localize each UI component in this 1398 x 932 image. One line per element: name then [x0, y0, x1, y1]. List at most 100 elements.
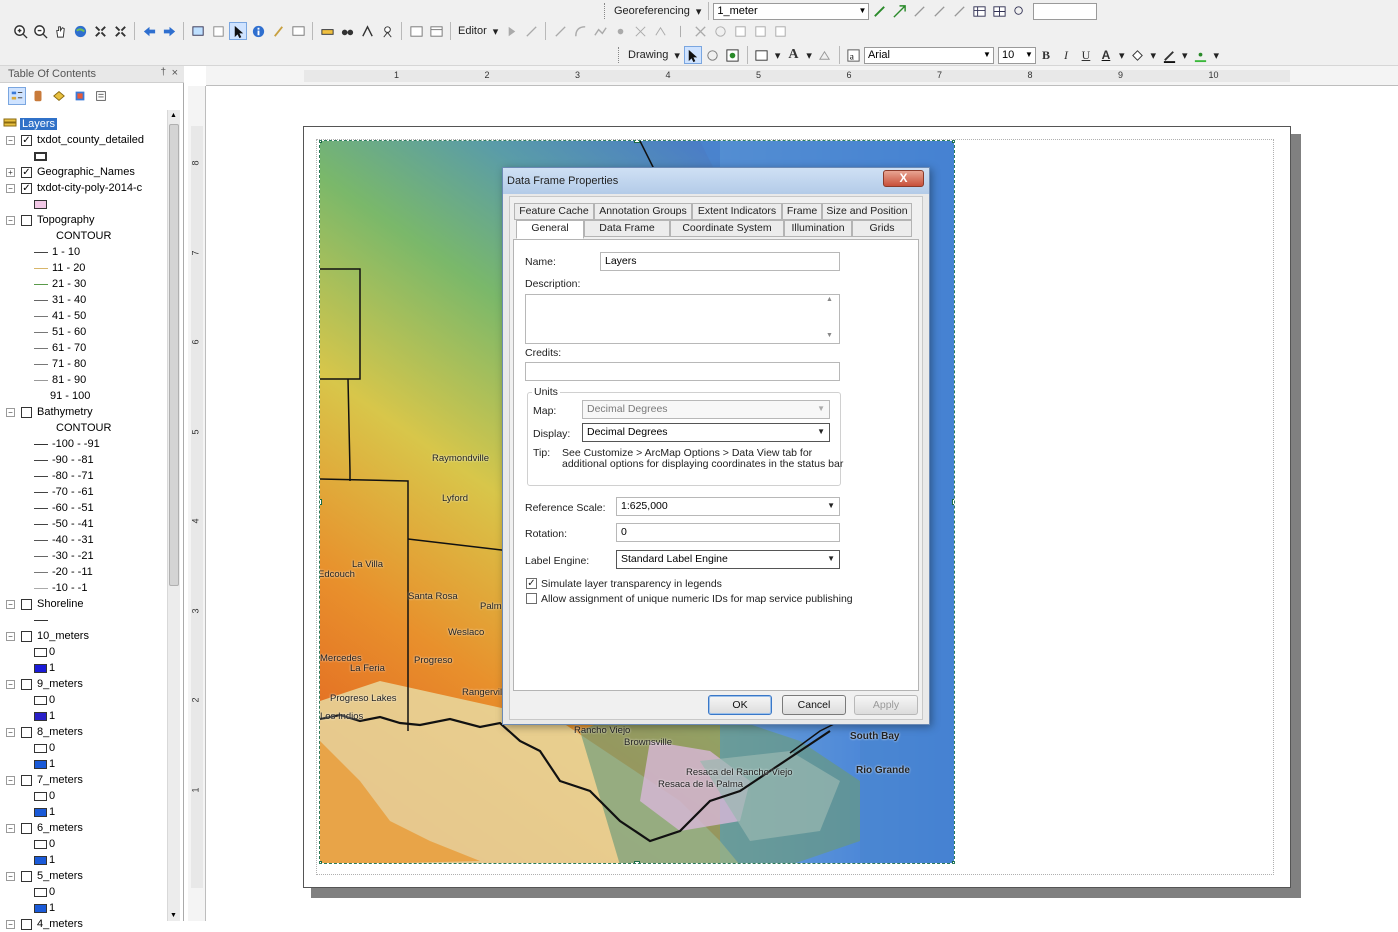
- layer-visibility-checkbox[interactable]: [21, 214, 32, 226]
- select-elements-icon[interactable]: [229, 22, 247, 40]
- toc-scroll-thumb[interactable]: [169, 124, 179, 586]
- reference-scale-combo[interactable]: 1:625,000 ▼: [616, 497, 840, 516]
- list-by-visibility-icon[interactable]: [50, 87, 68, 105]
- description-scroll-up[interactable]: ▲: [826, 296, 833, 303]
- point-icon[interactable]: [611, 22, 629, 40]
- toc-row-13[interactable]: 51 - 60: [34, 324, 86, 340]
- resize-handle-ne[interactable]: [952, 141, 954, 143]
- toc-row-34[interactable]: 1: [34, 660, 55, 676]
- toc-row-9[interactable]: 11 - 20: [34, 260, 85, 276]
- edit-annotation-icon[interactable]: [522, 22, 540, 40]
- toc-row-46[interactable]: 1: [34, 852, 55, 868]
- toc-row-10[interactable]: 21 - 30: [34, 276, 86, 292]
- new-text-icon[interactable]: A: [784, 46, 802, 64]
- tab-grids[interactable]: Grids: [852, 220, 912, 237]
- tab-coordinate-system[interactable]: Coordinate System: [670, 220, 784, 237]
- unique-ids-checkbox[interactable]: [526, 593, 537, 604]
- expand-collapse-icon[interactable]: −: [6, 679, 15, 689]
- toc-row-3[interactable]: + ✓ Geographic_Names: [6, 164, 135, 180]
- line-color-icon[interactable]: [1160, 46, 1178, 64]
- expand-collapse-icon[interactable]: −: [6, 631, 15, 641]
- layer-visibility-checkbox[interactable]: ✓: [21, 182, 32, 194]
- font-name-combo[interactable]: Arial ▼: [863, 46, 994, 64]
- toc-row-27[interactable]: -30 - -21: [34, 548, 94, 564]
- rotate-element-icon[interactable]: [704, 46, 722, 64]
- edit-vertices-icon[interactable]: [631, 22, 649, 40]
- forward-extent-icon[interactable]: [160, 22, 178, 40]
- end-point-arc-icon[interactable]: [571, 22, 589, 40]
- toc-row-20[interactable]: -100 - -91: [34, 436, 100, 452]
- select-features-icon[interactable]: [189, 22, 207, 40]
- underline-button[interactable]: U: [1077, 46, 1095, 64]
- fixed-zoom-out-icon[interactable]: [111, 22, 129, 40]
- toc-row-37[interactable]: 1: [34, 708, 55, 724]
- expand-collapse-icon[interactable]: −: [6, 599, 15, 609]
- expand-collapse-icon[interactable]: −: [6, 727, 15, 737]
- back-extent-icon[interactable]: [140, 22, 158, 40]
- layer-visibility-checkbox[interactable]: ✓: [21, 166, 32, 178]
- create-features-icon[interactable]: [771, 22, 789, 40]
- toc-row-33[interactable]: 0: [34, 644, 55, 660]
- name-input[interactable]: Layers: [600, 252, 840, 271]
- fit-icon[interactable]: [930, 2, 948, 20]
- ok-button[interactable]: OK: [708, 695, 772, 715]
- reshape-icon[interactable]: [651, 22, 669, 40]
- toc-row-18[interactable]: − Bathymetry: [6, 404, 93, 420]
- resize-handle-sw[interactable]: [320, 861, 322, 863]
- trace-icon[interactable]: [591, 22, 609, 40]
- toc-row-43[interactable]: 1: [34, 804, 55, 820]
- font-size-combo[interactable]: 10 ▼: [997, 46, 1036, 64]
- toc-row-26[interactable]: -40 - -31: [34, 532, 94, 548]
- layer-visibility-checkbox[interactable]: [21, 774, 32, 786]
- description-scroll-down[interactable]: ▼: [826, 332, 833, 339]
- scroll-down-arrow[interactable]: ▼: [170, 912, 177, 919]
- close-button[interactable]: X: [883, 170, 924, 187]
- layer-visibility-checkbox[interactable]: [21, 630, 32, 642]
- layer-visibility-checkbox[interactable]: [21, 822, 32, 834]
- toc-row-40[interactable]: 1: [34, 756, 55, 772]
- clear-selection-icon[interactable]: [209, 22, 227, 40]
- list-by-selection-icon[interactable]: [71, 87, 89, 105]
- sketch-properties-icon[interactable]: [751, 22, 769, 40]
- measure-icon[interactable]: [318, 22, 336, 40]
- simulate-transparency-checkbox[interactable]: ✓: [526, 578, 537, 589]
- toc-row-42[interactable]: 0: [34, 788, 55, 804]
- toc-row-35[interactable]: − 9_meters: [6, 676, 83, 692]
- scroll-up-arrow[interactable]: ▲: [170, 112, 177, 119]
- toc-row-19[interactable]: CONTOUR: [56, 420, 111, 436]
- toc-row-11[interactable]: 31 - 40: [34, 292, 86, 308]
- layer-visibility-checkbox[interactable]: [21, 678, 32, 690]
- layer-visibility-checkbox[interactable]: [21, 870, 32, 882]
- find-route-icon[interactable]: [358, 22, 376, 40]
- toc-row-1[interactable]: − ✓ txdot_county_detailed: [6, 132, 144, 148]
- rotation-input[interactable]: 0: [616, 523, 840, 542]
- toc-row-29[interactable]: -10 - -1: [34, 580, 87, 596]
- toc-row-48[interactable]: 0: [34, 884, 55, 900]
- pin-icon[interactable]: †: [160, 67, 166, 78]
- auto-adjust-icon[interactable]: [910, 2, 928, 20]
- toc-row-12[interactable]: 41 - 50: [34, 308, 86, 324]
- straight-segment-icon[interactable]: [551, 22, 569, 40]
- close-toc-icon[interactable]: ×: [172, 67, 178, 79]
- tab-data-frame[interactable]: Data Frame: [584, 220, 670, 237]
- list-by-source-icon[interactable]: [29, 87, 47, 105]
- toc-row-2[interactable]: [34, 148, 49, 164]
- marker-color-icon[interactable]: [1192, 46, 1210, 64]
- toc-row-7[interactable]: CONTOUR: [56, 228, 111, 244]
- identify-icon[interactable]: [249, 22, 267, 40]
- toc-row-32[interactable]: − 10_meters: [6, 628, 89, 644]
- toc-row-50[interactable]: −4_meters: [6, 916, 83, 932]
- toc-row-25[interactable]: -50 - -41: [34, 516, 94, 532]
- tab-size-and-position[interactable]: Size and Position: [822, 203, 912, 220]
- toc-scrollbar[interactable]: ▲ ▼: [167, 110, 180, 921]
- bold-button[interactable]: B: [1037, 46, 1055, 64]
- tab-illumination[interactable]: Illumination: [784, 220, 852, 237]
- tab-general[interactable]: General: [516, 220, 584, 239]
- grid-icon[interactable]: [990, 2, 1008, 20]
- resize-handle-nw[interactable]: [320, 141, 322, 143]
- resize-handle-s[interactable]: [634, 861, 640, 863]
- toc-row-8[interactable]: 1 - 10: [34, 244, 80, 260]
- label-engine-combo[interactable]: Standard Label Engine ▼: [616, 550, 840, 569]
- expand-collapse-icon[interactable]: −: [6, 407, 15, 417]
- toolbar-grip[interactable]: [604, 3, 607, 19]
